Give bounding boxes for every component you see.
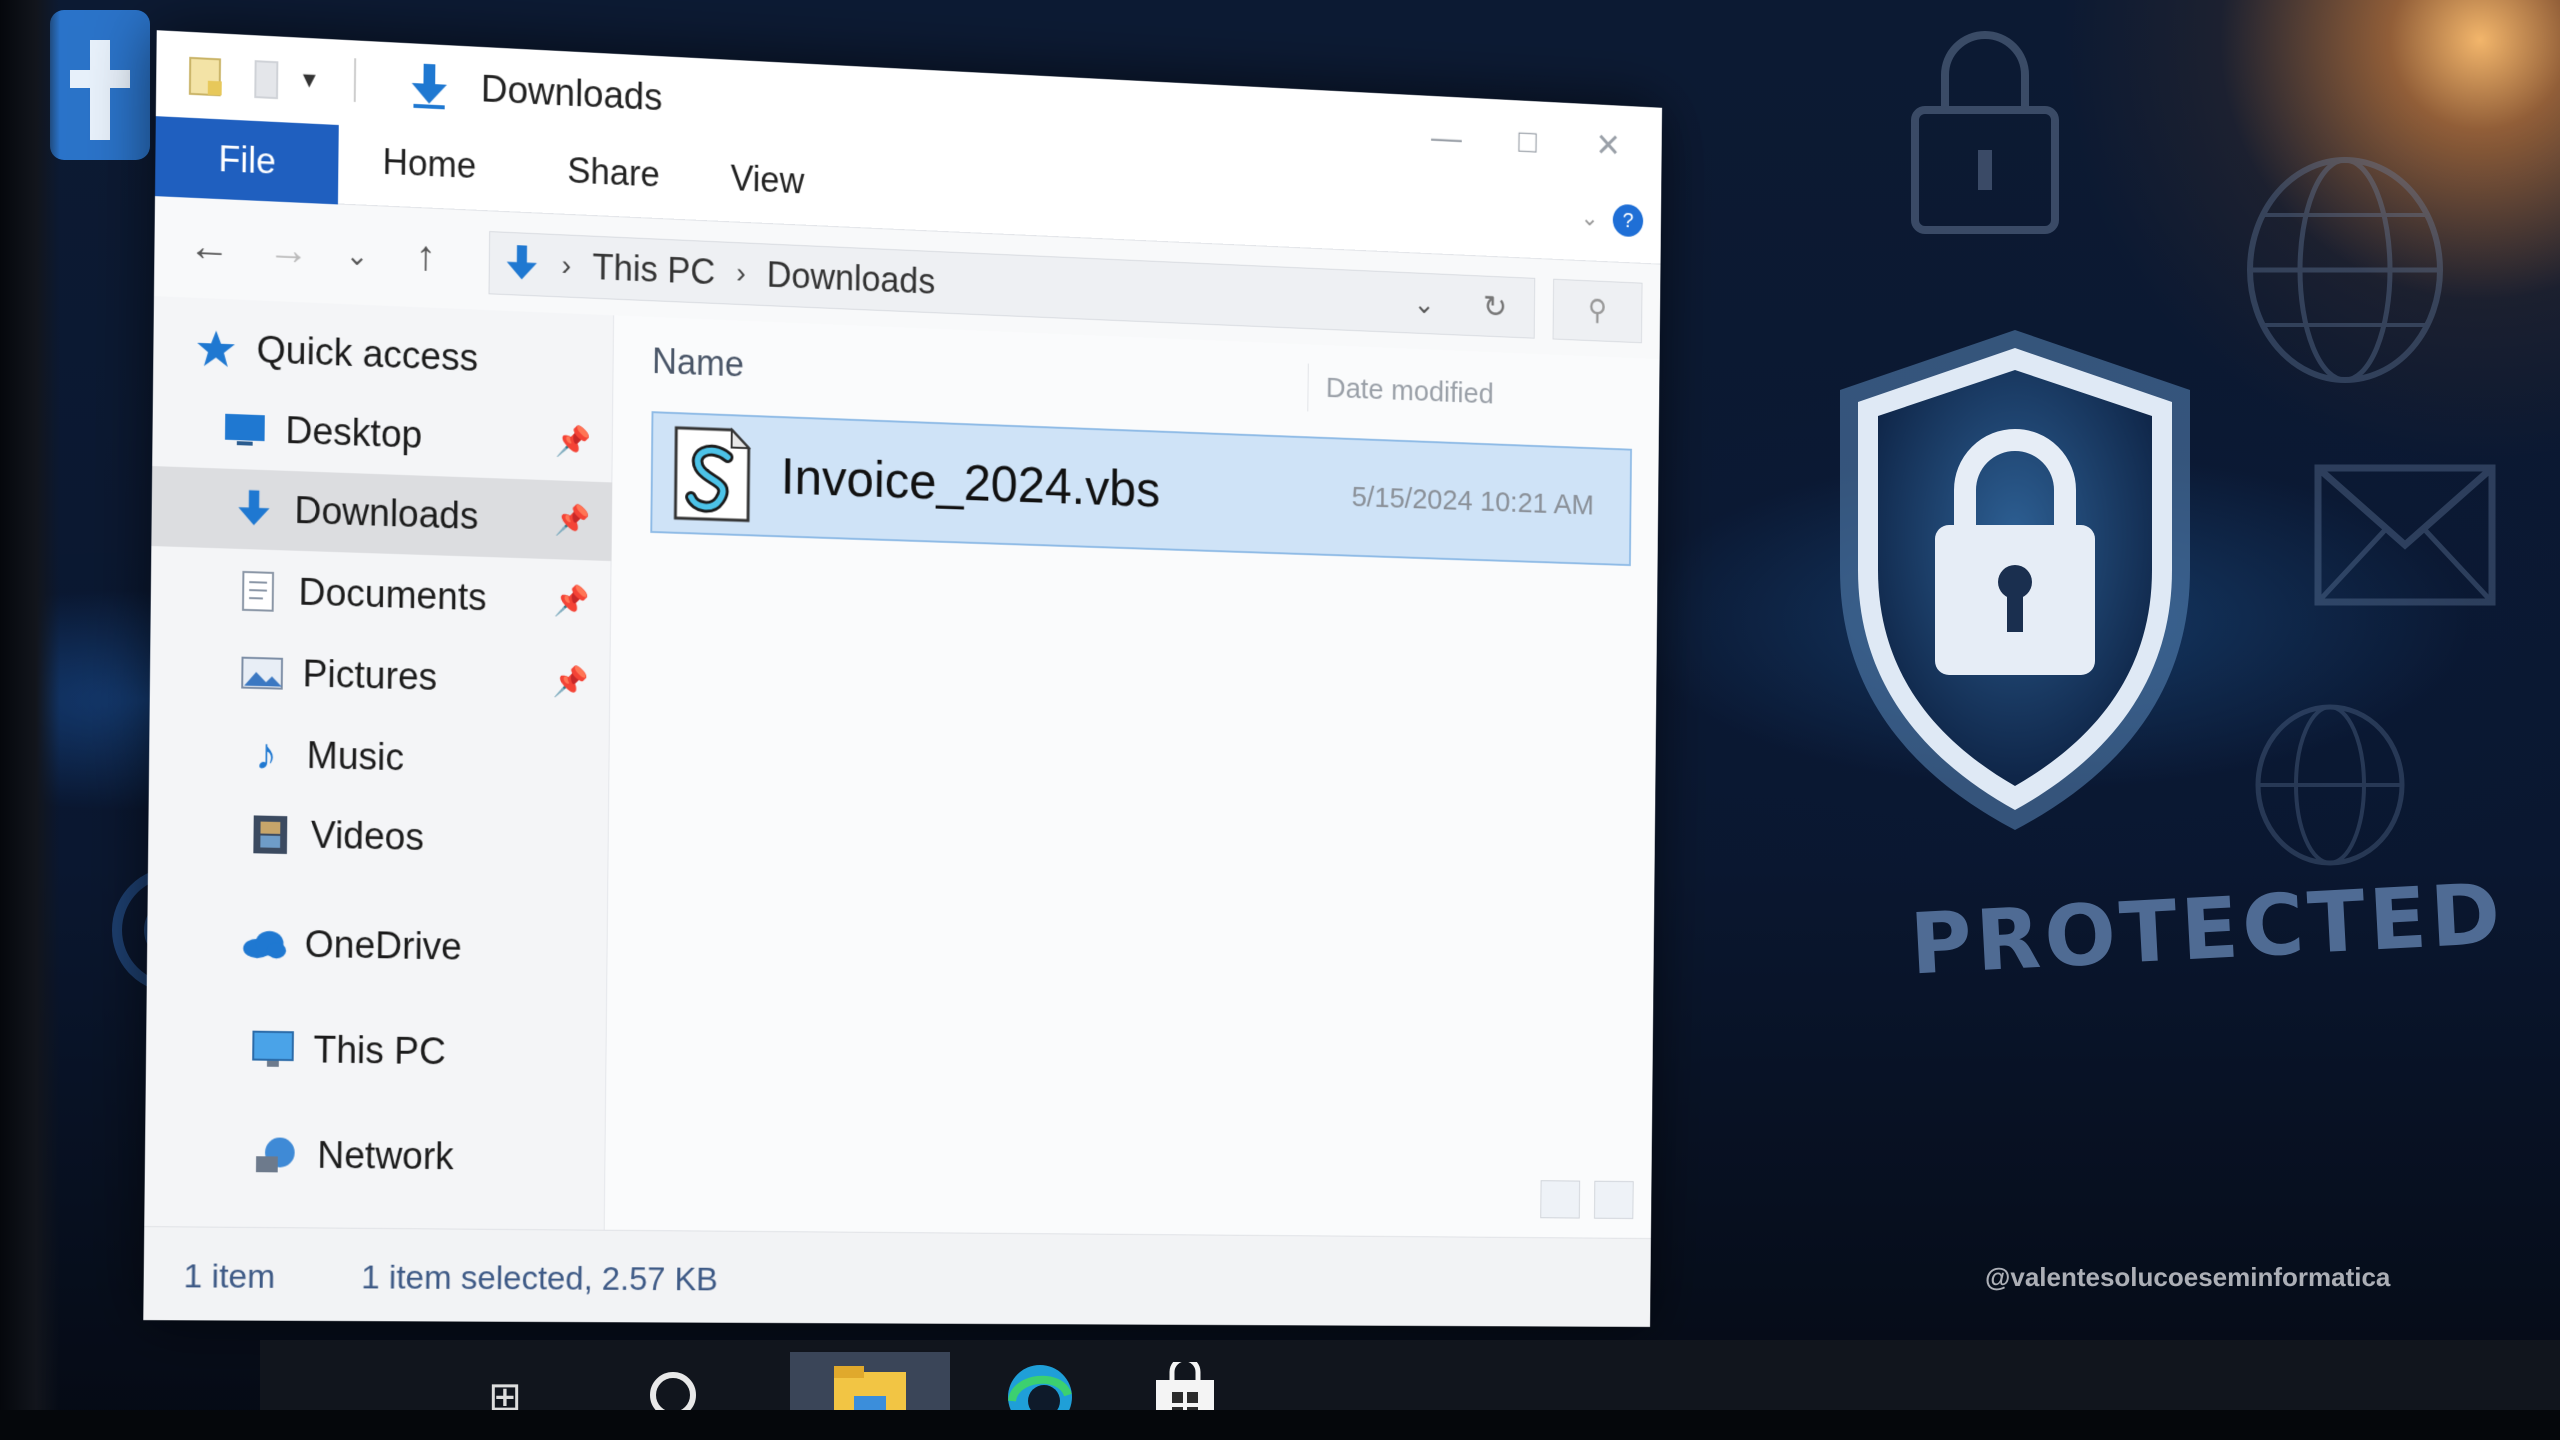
search-icon: ⚲: [1587, 294, 1608, 327]
sidebar-item-label: Music: [306, 734, 405, 779]
navigation-pane: Quick access Desktop 📌 Downloads 📌 Docum…: [144, 296, 615, 1230]
window-title: Downloads: [480, 68, 663, 120]
sidebar-item-label: Network: [317, 1134, 454, 1178]
sidebar-item-label: Quick access: [256, 328, 479, 380]
maximize-button[interactable]: □: [1500, 117, 1554, 167]
sidebar-item-label: OneDrive: [304, 923, 463, 969]
sidebar-item-label: Desktop: [285, 409, 423, 457]
download-arrow-icon: [231, 489, 277, 530]
pin-icon[interactable]: 📌: [555, 503, 591, 539]
document-icon: [235, 571, 281, 612]
file-name: Invoice_2024.vbs: [780, 448, 1161, 519]
shield-padlock-icon: [1840, 330, 2190, 830]
file-list-pane: Name Date modified Invoice_2024.vbs 5/15…: [604, 315, 1660, 1239]
desktop-icon: [222, 409, 268, 451]
breadcrumb-downloads[interactable]: Downloads: [767, 254, 936, 302]
sidebar-item-downloads[interactable]: Downloads 📌: [151, 466, 613, 562]
tab-share[interactable]: Share: [567, 150, 660, 196]
picture-icon: [239, 653, 285, 694]
sidebar-item-label: This PC: [313, 1029, 447, 1073]
monitor-bezel-bottom: [0, 1410, 2560, 1440]
pin-icon[interactable]: 📌: [555, 424, 591, 460]
back-button[interactable]: ←: [184, 221, 234, 271]
monitor-bezel-left: [0, 0, 60, 1440]
large-icons-view-toggle[interactable]: [1594, 1180, 1634, 1219]
sidebar-item-label: Pictures: [302, 652, 438, 699]
expand-ribbon-icon[interactable]: ⌄: [1580, 204, 1598, 232]
sidebar-item-network[interactable]: Network: [145, 1114, 606, 1198]
globe-small-icon: [2255, 704, 2405, 866]
properties-icon[interactable]: [186, 54, 228, 100]
forward-button[interactable]: →: [263, 225, 313, 275]
network-icon: [254, 1135, 300, 1175]
title-separator: [353, 58, 357, 103]
recent-locations-button[interactable]: ⌄: [332, 238, 381, 273]
file-explorer-window: ▾ Downloads — □ ✕ File Home Share View ⌄…: [143, 30, 1663, 1327]
refresh-icon[interactable]: ↻: [1483, 288, 1508, 325]
monitor-icon: [250, 1030, 296, 1070]
pin-icon[interactable]: 📌: [553, 664, 589, 699]
sidebar-item-label: Videos: [310, 814, 425, 859]
breadcrumb-this-pc[interactable]: This PC: [592, 247, 715, 294]
file-row-selected[interactable]: Invoice_2024.vbs 5/15/2024 10:21 AM: [650, 411, 1632, 567]
download-arrow-icon: [506, 245, 537, 281]
details-view-toggle[interactable]: [1540, 1180, 1581, 1219]
column-header-name[interactable]: Name: [652, 341, 744, 386]
sidebar-item-documents[interactable]: Documents 📌: [150, 548, 611, 642]
cloud-icon: [241, 924, 287, 965]
customize-quick-access-icon[interactable]: ▾: [303, 64, 316, 95]
star-icon: [193, 328, 239, 370]
status-bar: 1 item 1 item selected, 2.57 KB: [143, 1226, 1651, 1327]
music-note-icon: ♪: [255, 729, 278, 780]
watermark-text: @valentesolucoeseminformatica: [1985, 1262, 2391, 1292]
tab-file[interactable]: File: [154, 116, 339, 205]
download-arrow-icon: [411, 63, 447, 110]
minimize-button[interactable]: —: [1419, 112, 1474, 162]
tab-view[interactable]: View: [730, 158, 804, 203]
protected-label: PROTECTED: [1907, 864, 2507, 994]
sidebar-item-label: Documents: [298, 571, 487, 619]
up-button[interactable]: ↑: [401, 231, 450, 281]
new-folder-icon[interactable]: [245, 57, 287, 103]
chevron-down-icon[interactable]: ⌄: [1413, 287, 1435, 319]
globe-icon: [2247, 157, 2443, 383]
status-selection-info: 1 item selected, 2.57 KB: [361, 1258, 719, 1299]
status-item-count: 1 item: [183, 1257, 276, 1296]
search-input[interactable]: ⚲: [1552, 278, 1643, 344]
column-divider: [1307, 363, 1309, 412]
sidebar-item-music[interactable]: ♪ Music: [149, 712, 610, 803]
envelope-icon: [2314, 464, 2496, 606]
padlock-outline-icon: [1911, 31, 2059, 234]
sidebar-item-label: Downloads: [294, 489, 479, 538]
file-date-modified: 5/15/2024 10:21 AM: [1351, 481, 1595, 522]
chevron-right-icon[interactable]: ›: [736, 257, 746, 291]
chevron-right-icon[interactable]: ›: [561, 249, 571, 283]
close-button[interactable]: ✕: [1581, 121, 1635, 171]
column-header-date-modified[interactable]: Date modified: [1326, 372, 1494, 411]
film-icon: [247, 814, 293, 855]
sidebar-item-pictures[interactable]: Pictures 📌: [150, 630, 611, 722]
help-icon[interactable]: ?: [1612, 203, 1644, 238]
sidebar-item-this-pc[interactable]: This PC: [146, 1008, 607, 1094]
pin-icon[interactable]: 📌: [554, 583, 590, 619]
vbscript-file-icon: [672, 424, 753, 525]
tab-home[interactable]: Home: [382, 141, 476, 187]
sidebar-item-onedrive[interactable]: OneDrive: [147, 902, 608, 990]
sidebar-item-videos[interactable]: Videos: [148, 792, 609, 882]
